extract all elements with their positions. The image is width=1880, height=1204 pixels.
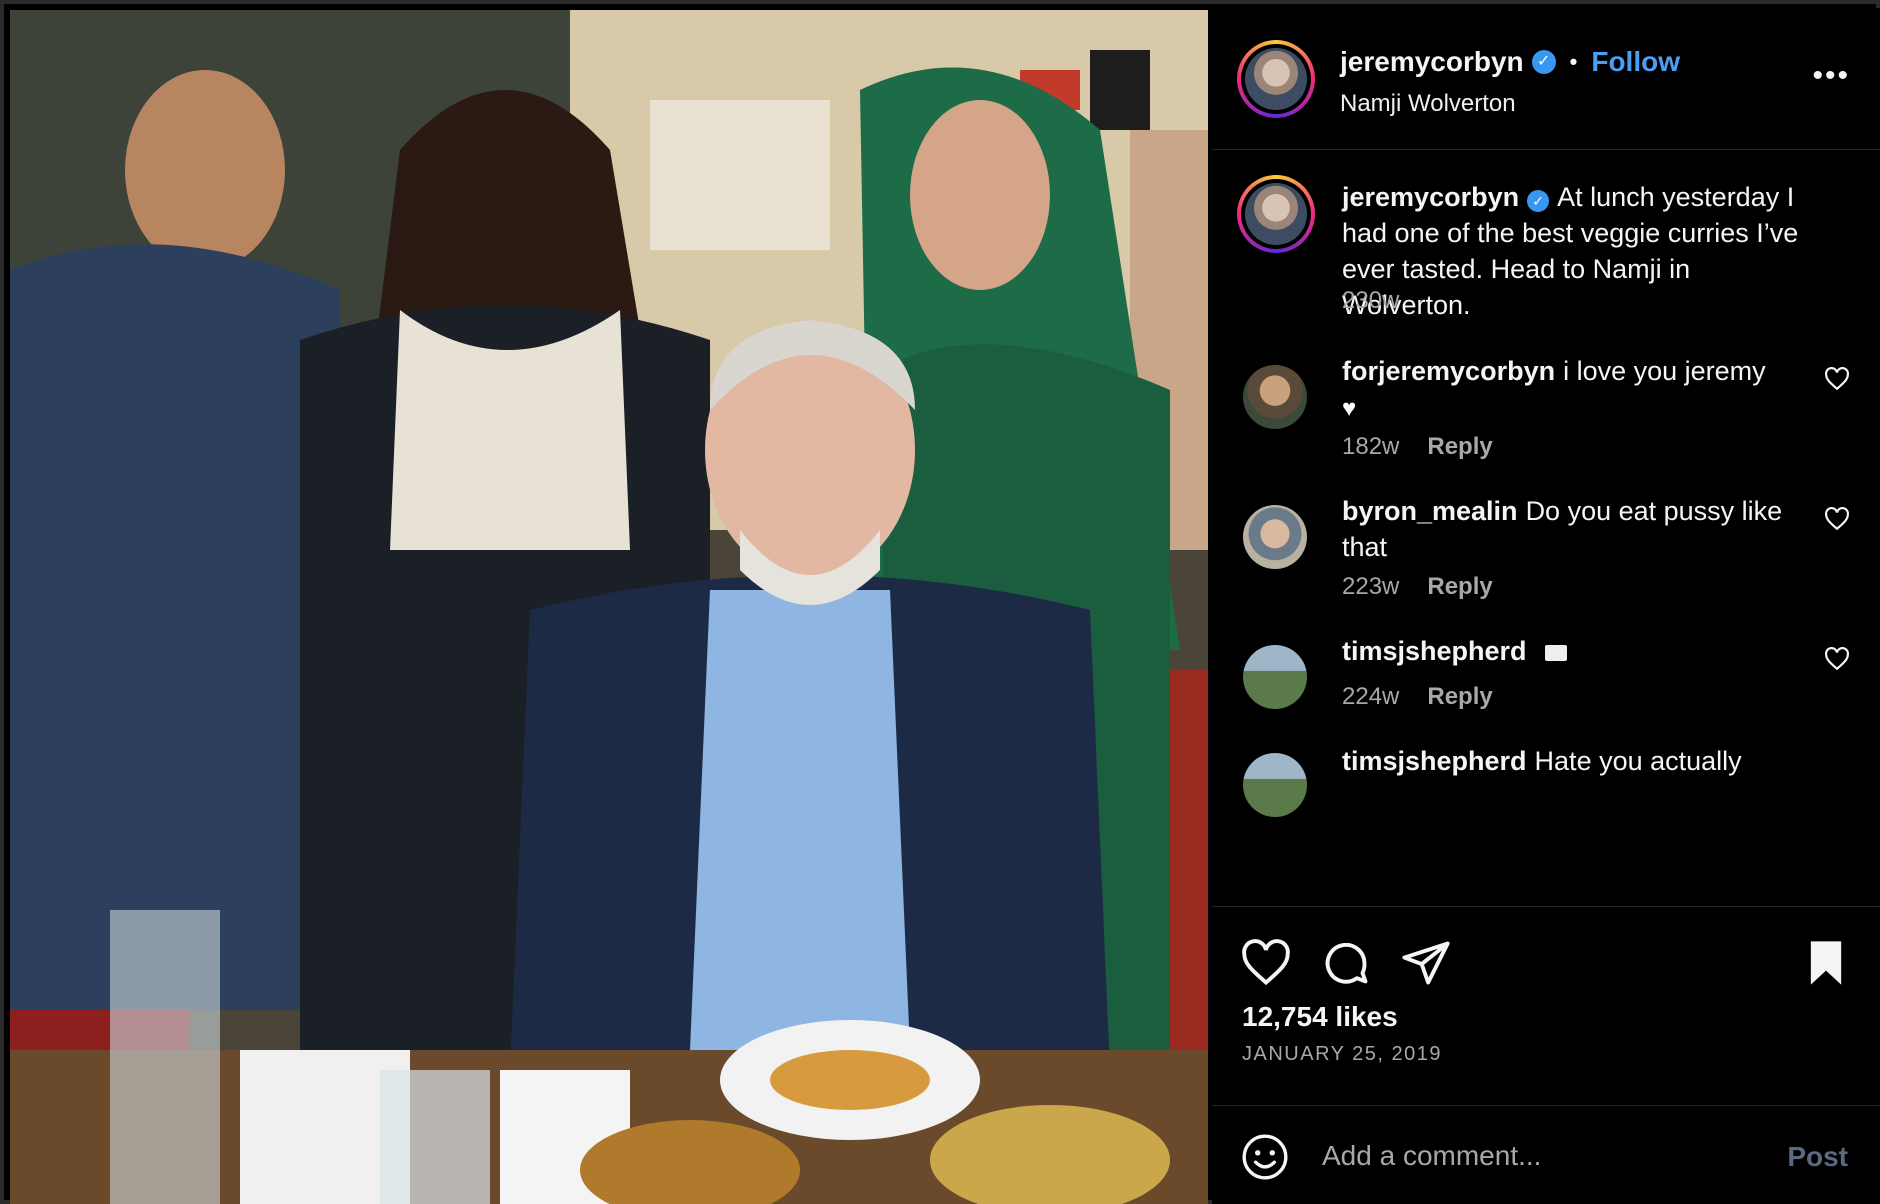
caption-meta: 230w bbox=[1342, 287, 1399, 315]
flag-emoji bbox=[1544, 644, 1567, 661]
post-sidebar: jeremycorbyn ✓ • Follow Namji Wolverton … bbox=[1212, 8, 1880, 1204]
author-avatar[interactable] bbox=[1237, 40, 1315, 118]
comment-input[interactable] bbox=[1322, 1133, 1762, 1179]
comment-text: Hate you actually bbox=[1534, 746, 1742, 776]
comment-item: timsjshepherd 224w Reply bbox=[1212, 627, 1880, 737]
comment-username[interactable]: forjeremycorbyn bbox=[1342, 356, 1555, 386]
verified-icon: ✓ bbox=[1531, 50, 1556, 74]
commenter-avatar[interactable] bbox=[1243, 645, 1307, 709]
post-header: jeremycorbyn ✓ • Follow Namji Wolverton … bbox=[1212, 8, 1880, 150]
photo-illustration bbox=[10, 10, 1208, 1204]
follow-button[interactable]: Follow bbox=[1591, 46, 1680, 78]
post-photo[interactable] bbox=[10, 10, 1208, 1204]
emoji-icon[interactable] bbox=[1240, 1132, 1290, 1182]
post-date[interactable]: JANUARY 25, 2019 bbox=[1242, 1043, 1442, 1066]
avatar-image bbox=[1245, 48, 1307, 110]
heart-icon[interactable] bbox=[1824, 366, 1850, 391]
comment-item: timsjshepherd Hate you actually bbox=[1212, 737, 1880, 817]
reply-button[interactable]: Reply bbox=[1427, 433, 1492, 461]
comment-item: forjeremycorbyn i love you jeremy ♥ 182w … bbox=[1212, 347, 1880, 487]
post-modal: jeremycorbyn ✓ • Follow Namji Wolverton … bbox=[0, 0, 1880, 1204]
commenter-avatar[interactable] bbox=[1243, 753, 1307, 817]
post-actions: 12,754 likes JANUARY 25, 2019 bbox=[1212, 906, 1880, 1106]
comment-username[interactable]: timsjshepherd bbox=[1342, 636, 1527, 666]
caption-text-block: jeremycorbyn ✓ At lunch yesterday I had on… bbox=[1342, 179, 1822, 323]
white-heart-emoji: ♥ bbox=[1342, 395, 1357, 422]
verified-icon: ✓ bbox=[1527, 190, 1550, 212]
author-username[interactable]: jeremycorbyn bbox=[1340, 46, 1524, 78]
comment-time[interactable]: 224w bbox=[1342, 683, 1399, 711]
share-icon[interactable] bbox=[1400, 937, 1452, 989]
comment-text-block: timsjshepherd Hate you actually bbox=[1342, 743, 1822, 779]
comment-meta: 224w Reply bbox=[1342, 683, 1493, 711]
caption-time[interactable]: 230w bbox=[1342, 287, 1399, 315]
post-button[interactable]: Post bbox=[1787, 1141, 1848, 1173]
comment-time[interactable]: 182w bbox=[1342, 433, 1399, 461]
comment-username[interactable]: byron_mealin bbox=[1342, 496, 1518, 526]
heart-icon[interactable] bbox=[1824, 506, 1850, 531]
comment-time[interactable]: 223w bbox=[1342, 573, 1399, 601]
comment-meta: 223w Reply bbox=[1342, 573, 1493, 601]
comment-text-block: byron_mealin Do you eat pussy like that bbox=[1342, 493, 1822, 565]
comments-list[interactable]: jeremycorbyn ✓ At lunch yesterday I had on… bbox=[1212, 151, 1880, 909]
comment-icon[interactable] bbox=[1320, 937, 1372, 989]
comment-text-block: forjeremycorbyn i love you jeremy ♥ bbox=[1342, 353, 1822, 427]
caption: jeremycorbyn ✓ At lunch yesterday I had on… bbox=[1212, 151, 1880, 341]
comment-username[interactable]: timsjshepherd bbox=[1342, 746, 1527, 776]
separator-dot: • bbox=[1569, 49, 1578, 74]
more-icon[interactable]: ••• bbox=[1812, 61, 1850, 91]
heart-icon[interactable] bbox=[1824, 646, 1850, 671]
caption-avatar[interactable] bbox=[1237, 175, 1315, 253]
commenter-avatar[interactable] bbox=[1243, 505, 1307, 569]
commenter-avatar[interactable] bbox=[1243, 365, 1307, 429]
comment-text: i love you jeremy bbox=[1563, 356, 1766, 386]
reply-button[interactable]: Reply bbox=[1427, 683, 1492, 711]
heart-icon[interactable] bbox=[1240, 937, 1292, 989]
reply-button[interactable]: Reply bbox=[1427, 573, 1492, 601]
avatar-image bbox=[1245, 183, 1307, 245]
comment-meta: 182w Reply bbox=[1342, 433, 1493, 461]
comment-item: byron_mealin Do you eat pussy like that 2… bbox=[1212, 487, 1880, 627]
add-comment-bar: Post bbox=[1212, 1107, 1880, 1204]
bookmark-icon[interactable] bbox=[1800, 937, 1852, 989]
caption-username[interactable]: jeremycorbyn bbox=[1342, 182, 1519, 212]
comment-text-block: timsjshepherd bbox=[1342, 633, 1822, 669]
post-location[interactable]: Namji Wolverton bbox=[1340, 90, 1516, 118]
likes-count[interactable]: 12,754 likes bbox=[1242, 1001, 1398, 1033]
